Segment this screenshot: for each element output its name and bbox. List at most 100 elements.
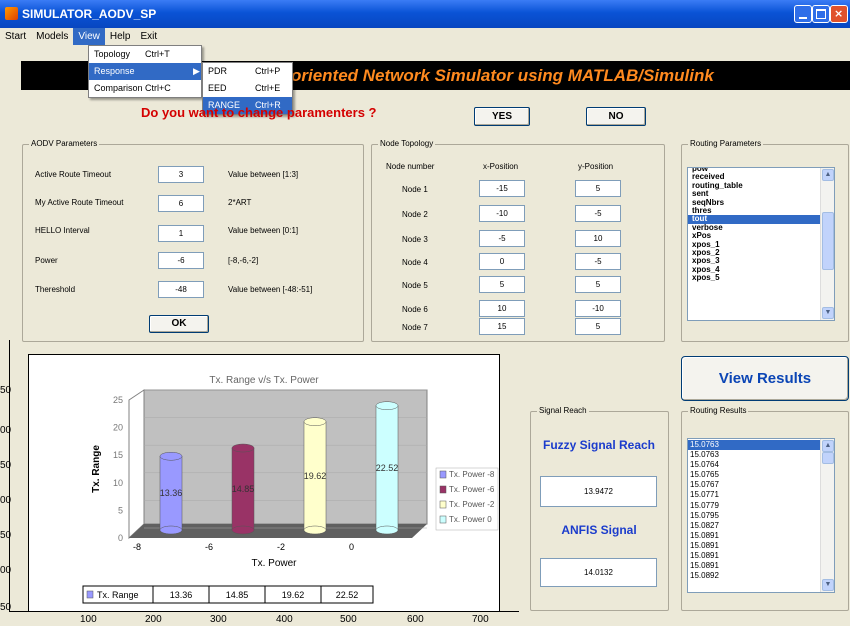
- my-active-route-timeout-field[interactable]: 6: [158, 195, 204, 212]
- node-y-field[interactable]: 5: [575, 318, 621, 335]
- routing-result-item[interactable]: 15.0891: [688, 561, 822, 571]
- scroll-thumb[interactable]: [822, 212, 834, 270]
- node-y-field[interactable]: -5: [575, 205, 621, 222]
- scroll-down-icon[interactable]: ▼: [822, 579, 834, 591]
- title-bar: SIMULATOR_AODV_SP ×: [0, 0, 850, 28]
- routing-param-item[interactable]: routing_table: [688, 181, 822, 190]
- node-x-field[interactable]: 15: [479, 318, 525, 335]
- chart-legend-swatch: [439, 470, 447, 479]
- node-x-field[interactable]: 5: [479, 276, 525, 293]
- menu-exit[interactable]: Exit: [135, 28, 162, 45]
- menu-item-topology[interactable]: Topology Ctrl+T: [89, 46, 201, 63]
- menu-help[interactable]: Help: [105, 28, 136, 45]
- routing-result-item[interactable]: 15.0795: [688, 511, 822, 521]
- routing-results-title: Routing Results: [688, 406, 749, 415]
- routing-result-item[interactable]: 15.0765: [688, 470, 822, 480]
- active-route-timeout-field[interactable]: 3: [158, 166, 204, 183]
- y-position-header: y-Position: [578, 162, 614, 171]
- chart-bar-top: [375, 401, 399, 410]
- menu-item-pdr[interactable]: PDR Ctrl+P: [203, 63, 292, 80]
- menu-models[interactable]: Models: [31, 28, 73, 45]
- outer-x-tick: 200: [145, 614, 162, 625]
- node-x-field[interactable]: -15: [479, 180, 525, 197]
- window-title: SIMULATOR_AODV_SP: [22, 7, 157, 21]
- routing-result-item[interactable]: 15.0892: [688, 571, 822, 581]
- menu-item-eed[interactable]: EED Ctrl+E: [203, 80, 292, 97]
- chart-bar-top: [303, 417, 327, 426]
- scroll-up-icon[interactable]: ▲: [822, 169, 834, 181]
- ok-button[interactable]: OK: [149, 315, 209, 333]
- yes-button[interactable]: YES: [474, 107, 530, 126]
- menu-item-response[interactable]: Response ▶: [89, 63, 201, 80]
- chart-y-tick: 25: [113, 395, 123, 405]
- view-menu-dropdown: Topology Ctrl+T Response ▶ Comparison Ctrl+…: [88, 45, 202, 98]
- node-y-field[interactable]: 5: [575, 180, 621, 197]
- chart-y-label: Tx. Range: [91, 445, 102, 493]
- chart-bar-data-label: 22.52: [376, 463, 399, 473]
- node-y-field[interactable]: 10: [575, 230, 621, 247]
- chart-legend-label: Tx. Power -6: [449, 485, 495, 494]
- routing-parameters-list[interactable]: pow received routing_table sent seqNbrs thres…: [687, 167, 835, 321]
- chart-bar-base: [303, 525, 327, 535]
- routing-param-item[interactable]: thres: [688, 206, 822, 215]
- routing-result-item[interactable]: 15.0827: [688, 521, 822, 531]
- routing-results-scrollbar[interactable]: ▲ ▼: [820, 439, 834, 592]
- hello-interval-field[interactable]: 1: [158, 225, 204, 242]
- routing-result-item[interactable]: 15.0767: [688, 480, 822, 490]
- fuzzy-signal-reach-value: 13.9472: [540, 476, 657, 507]
- routing-params-scrollbar[interactable]: ▲ ▼: [820, 168, 834, 320]
- chart-y-tick: 0: [118, 533, 123, 543]
- no-button[interactable]: NO: [586, 107, 646, 126]
- menu-start[interactable]: Start: [0, 28, 31, 45]
- node-x-field[interactable]: 10: [479, 300, 525, 317]
- node-x-field[interactable]: -5: [479, 230, 525, 247]
- chart-legend-label: Tx. Power -8: [449, 470, 495, 479]
- chart-legend-swatch: [439, 500, 447, 509]
- routing-result-item[interactable]: 15.0764: [688, 460, 822, 470]
- chart-area: Tx. Range v/s Tx. Power 25 20 15 10 5 0 Tx. Ran…: [28, 354, 500, 612]
- routing-result-item[interactable]: 15.0891: [688, 531, 822, 541]
- scroll-down-icon[interactable]: ▼: [822, 307, 834, 319]
- node-y-field[interactable]: -5: [575, 253, 621, 270]
- scroll-thumb[interactable]: [822, 452, 834, 464]
- chart-x-tick: -2: [277, 542, 285, 552]
- close-icon[interactable]: ×: [830, 5, 848, 23]
- routing-result-item[interactable]: 15.0763: [688, 440, 822, 451]
- node-label: Node 3: [402, 235, 428, 244]
- chart-bar-base: [159, 525, 183, 535]
- routing-result-item[interactable]: 15.0771: [688, 490, 822, 500]
- x-position-header: x-Position: [483, 162, 519, 171]
- chart-bar-base: [375, 525, 399, 535]
- routing-result-item[interactable]: 15.0763: [688, 450, 822, 460]
- view-results-button[interactable]: View Results: [681, 356, 849, 401]
- node-x-field[interactable]: 0: [479, 253, 525, 270]
- chart-bar-base: [231, 525, 255, 535]
- chart-x-tick: -6: [205, 542, 213, 552]
- minimize-icon[interactable]: [794, 5, 812, 23]
- routing-result-item[interactable]: 15.0891: [688, 551, 822, 561]
- routing-param-item[interactable]: xpos_5: [688, 273, 822, 282]
- change-parameters-question: Do you want to change paramenters ?: [141, 105, 377, 120]
- chart-table-cell: 14.85: [226, 590, 249, 600]
- routing-result-item[interactable]: 15.0779: [688, 501, 822, 511]
- menu-item-comparison[interactable]: Comparison Ctrl+C: [89, 80, 201, 97]
- scroll-up-icon[interactable]: ▲: [822, 440, 834, 452]
- outer-x-tick: 600: [407, 614, 424, 625]
- power-field[interactable]: -6: [158, 252, 204, 269]
- node-x-field[interactable]: -10: [479, 205, 525, 222]
- maximize-icon[interactable]: [812, 5, 830, 23]
- menu-view[interactable]: View: [73, 28, 105, 45]
- chart-y-tick: 10: [113, 478, 123, 488]
- node-label: Node 2: [402, 210, 428, 219]
- routing-result-item[interactable]: 15.0891: [688, 541, 822, 551]
- chart-legend-label: Tx. Power 0: [449, 515, 492, 524]
- menu-bar: Start Models View Help Exit: [0, 28, 850, 45]
- routing-results-list[interactable]: 15.0763 15.0763 15.0764 15.0765 15.0767 15.07…: [687, 438, 835, 593]
- threshold-field[interactable]: -48: [158, 281, 204, 298]
- node-y-field[interactable]: 5: [575, 276, 621, 293]
- node-y-field[interactable]: -10: [575, 300, 621, 317]
- chart-bar-top: [159, 452, 183, 461]
- node-number-header: Node number: [386, 162, 435, 171]
- aodv-hint: 2*ART: [228, 198, 252, 207]
- chart-legend-swatch: [439, 515, 447, 524]
